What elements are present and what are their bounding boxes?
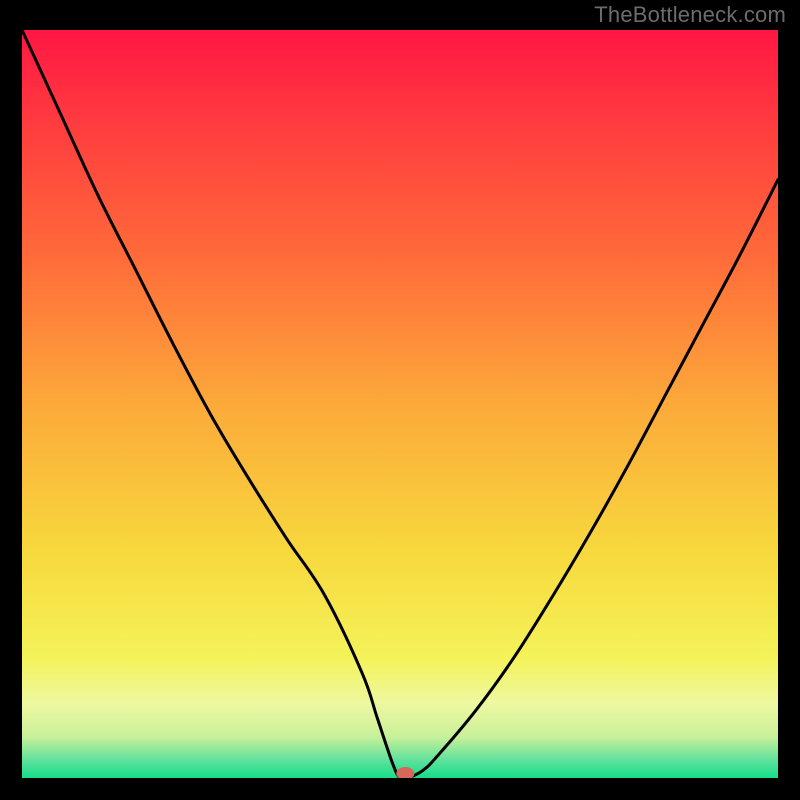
chart-background <box>22 30 778 778</box>
watermark-text: TheBottleneck.com <box>594 2 786 28</box>
chart-svg <box>22 30 778 778</box>
chart-frame: TheBottleneck.com <box>0 0 800 800</box>
chart-plot-area <box>22 30 778 778</box>
